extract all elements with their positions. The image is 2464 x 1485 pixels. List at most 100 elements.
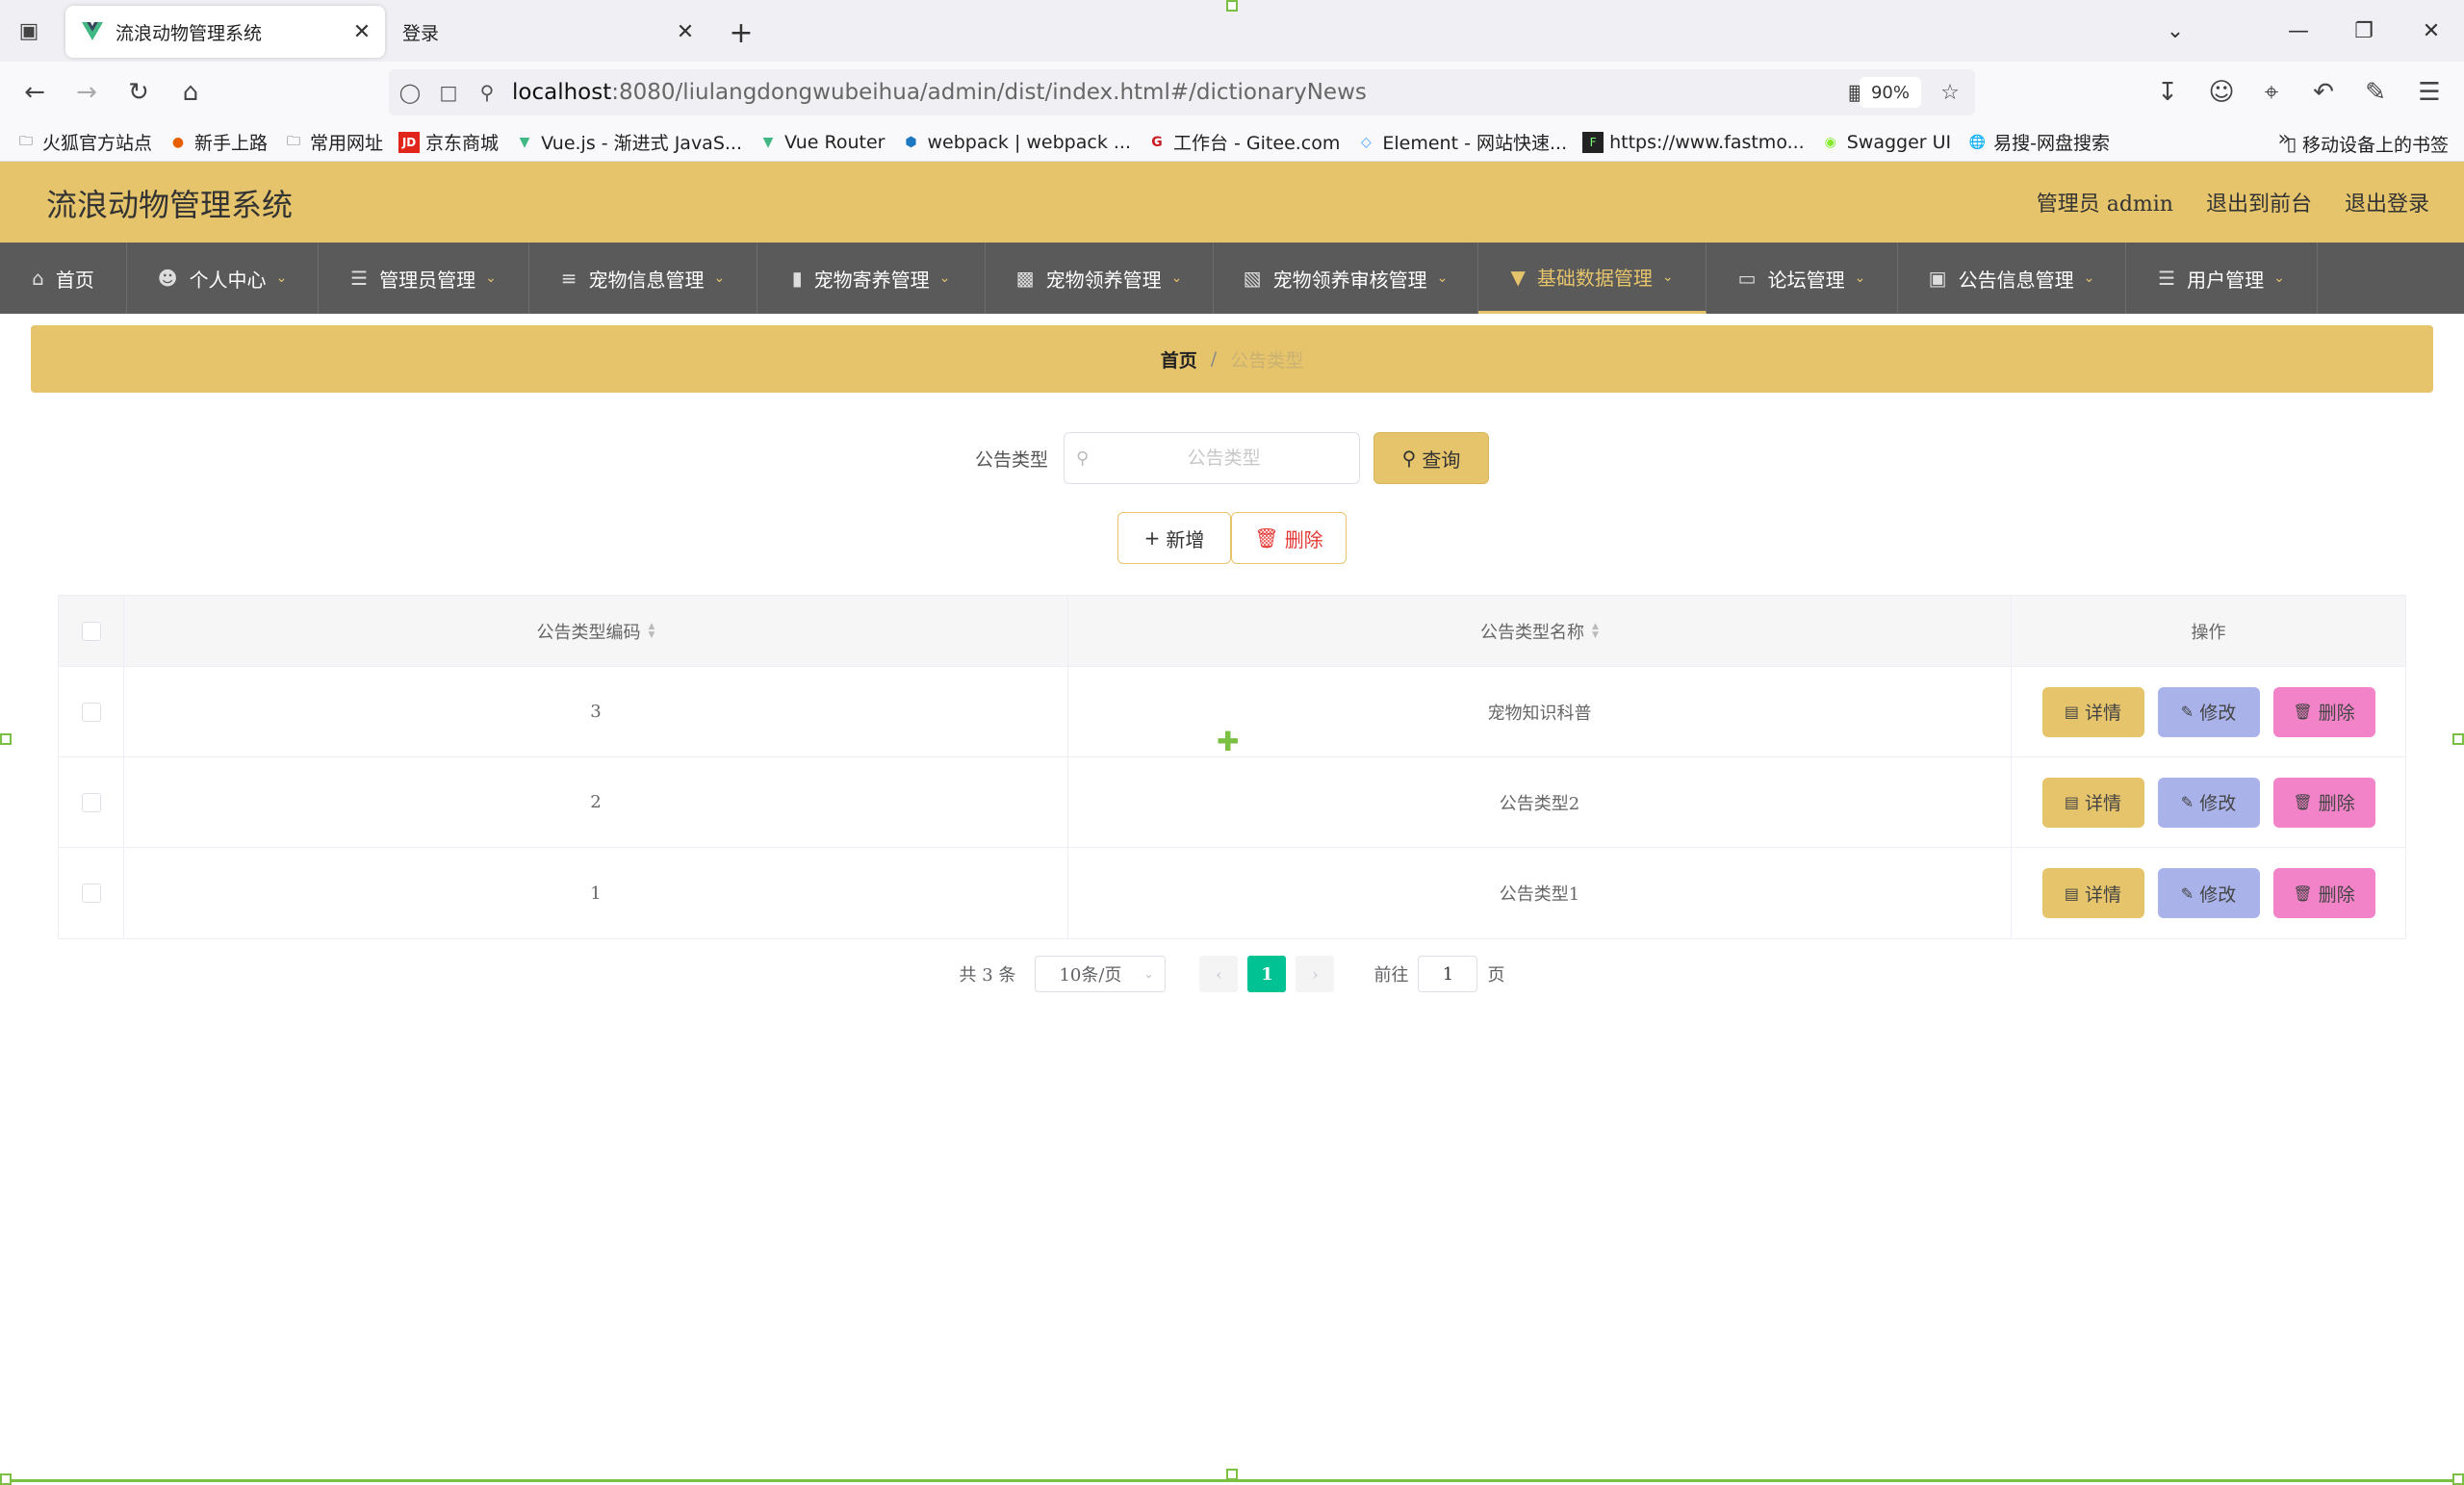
menu-item-base-data[interactable]: ▼ 基础数据管理 ⌄ xyxy=(1478,243,1707,314)
resize-handle[interactable] xyxy=(0,1473,12,1485)
extensions-icon[interactable]: ✎ xyxy=(2358,75,2393,110)
bookmark-item[interactable]: ▼ Vue Router xyxy=(757,132,886,153)
tab-overflow-chevron-icon[interactable]: ⌄ xyxy=(2154,13,2196,48)
bookmark-item[interactable]: ◇ Element - 网站快速... xyxy=(1355,129,1567,155)
url-text[interactable]: localhost:8080/liulangdongwubeihua/admin… xyxy=(512,80,1367,105)
add-button[interactable]: + 新增 xyxy=(1117,512,1231,564)
logout-link[interactable]: 退出登录 xyxy=(2345,187,2429,218)
bookmark-item[interactable]: Fhttps://www.fastmo... xyxy=(1582,131,1805,153)
edit-button[interactable]: ✎ 修改 xyxy=(2157,777,2260,828)
back-to-front-link[interactable]: 退出到前台 xyxy=(2206,187,2312,218)
search-input[interactable] xyxy=(1089,434,1359,482)
next-page-button[interactable]: › xyxy=(1296,956,1335,992)
globe-icon: 🌐 xyxy=(1968,134,1986,150)
menu-item-pet-adopt[interactable]: ▩ 宠物领养管理 ⌄ xyxy=(986,243,1214,314)
bookmark-item[interactable]: 🗀 火狐官方站点 xyxy=(15,129,152,155)
bookmark-item[interactable]: 🗀 常用网址 xyxy=(283,129,383,155)
pencil-icon: ✎ xyxy=(2180,883,2194,903)
column-header-name[interactable]: 公告类型名称 ▲ ▼ xyxy=(1068,596,2012,666)
pencil-icon: ✎ xyxy=(2180,793,2194,811)
close-window-icon[interactable]: ✕ xyxy=(2410,13,2452,48)
row-checkbox[interactable] xyxy=(81,702,101,722)
menu-item-pet-info[interactable]: ≡ 宠物信息管理 ⌄ xyxy=(529,243,757,314)
hamburger-menu-icon[interactable]: ☰ xyxy=(2412,75,2447,110)
search-input-wrapper[interactable]: ⚲ xyxy=(1064,432,1360,484)
forward-icon[interactable]: → xyxy=(69,75,104,110)
page-size-select[interactable]: 10条/页 ⌄ xyxy=(1035,956,1167,992)
pagination: 共 3 条 10条/页 ⌄ ‹ 1 › 前往 1 页 xyxy=(31,955,2433,993)
bookmark-star-icon[interactable]: ☆ xyxy=(1933,75,1967,110)
row-checkbox[interactable] xyxy=(81,883,101,903)
goto-page-input[interactable]: 1 xyxy=(1418,956,1478,992)
menu-item-notice[interactable]: ▣ 公告信息管理 ⌄ xyxy=(1898,243,2126,314)
menu-item-profile[interactable]: ☻ 个人中心 ⌄ xyxy=(127,243,319,314)
prev-page-button[interactable]: ‹ xyxy=(1199,956,1239,992)
restore-icon[interactable]: ❐ xyxy=(2343,13,2385,48)
edit-button[interactable]: ✎ 修改 xyxy=(2157,868,2260,918)
menu-item-users[interactable]: ☰ 用户管理 ⌄ xyxy=(2126,243,2318,314)
edit-button[interactable]: ✎ 修改 xyxy=(2157,686,2260,737)
back-icon[interactable]: ← xyxy=(17,75,52,110)
mobile-bookmarks[interactable]: ▯ 移动设备上的书签 xyxy=(2287,131,2449,157)
tab-active[interactable]: 流浪动物管理系统 ✕ xyxy=(65,6,385,58)
chevron-down-icon: ⌄ xyxy=(1143,967,1154,981)
row-checkbox-cell xyxy=(59,667,124,756)
batch-delete-button[interactable]: 🗑 删除 xyxy=(1231,512,1347,564)
account-icon[interactable]: ☺ xyxy=(2204,75,2239,110)
bookmark-item[interactable]: ◉ Swagger UI xyxy=(1820,132,1952,153)
trash-icon: 🗑 xyxy=(1254,526,1279,550)
home-icon[interactable]: ⌂ xyxy=(173,75,208,110)
delete-button[interactable]: 🗑 删除 xyxy=(2272,868,2375,918)
chevron-down-icon: ⌄ xyxy=(713,270,726,286)
bookmark-item[interactable]: 🌐 易搜-网盘搜索 xyxy=(1966,129,2110,155)
minimize-icon[interactable]: — xyxy=(2277,13,2320,48)
bookmark-item[interactable]: ▼ Vue.js - 渐进式 JavaS... xyxy=(514,129,742,155)
download-icon[interactable]: ↧ xyxy=(2150,75,2185,110)
row-checkbox[interactable] xyxy=(81,792,101,812)
detail-button[interactable]: ▤ 详情 xyxy=(2041,777,2144,828)
bookmark-item[interactable]: G 工作台 - Gitee.com xyxy=(1146,129,1340,155)
sort-icon[interactable]: ▲ ▼ xyxy=(1592,622,1599,640)
tab-list-icon[interactable]: ▣ xyxy=(13,15,44,46)
menu-item-home[interactable]: ⌂ 首页 xyxy=(0,243,127,314)
page-number-button[interactable]: 1 xyxy=(1247,956,1287,992)
delete-button[interactable]: 🗑 删除 xyxy=(2272,777,2375,828)
sort-icon[interactable]: ▲ ▼ xyxy=(649,622,655,640)
reload-icon[interactable]: ↻ xyxy=(121,75,156,110)
key-icon[interactable]: ⚲ xyxy=(470,75,504,110)
resize-handle[interactable] xyxy=(1226,0,1238,12)
menu-item-adopt-review[interactable]: ▧ 宠物领养审核管理 ⌄ xyxy=(1214,243,1478,314)
action-buttons: + 新增 🗑 删除 xyxy=(31,512,2433,566)
query-button[interactable]: ⚲ 查询 xyxy=(1373,432,1489,484)
pagination-total: 共 3 条 xyxy=(959,965,1016,986)
main-menu: ⌂ 首页 ☻ 个人中心 ⌄ ☰ 管理员管理 ⌄ ≡ 宠物信息管理 ⌄ ▮ 宠物寄养管理 ⌄ ▩ 宠物… xyxy=(0,243,2464,314)
bookmark-item[interactable]: ● 新手上路 xyxy=(167,129,268,155)
close-tab-icon[interactable]: ✕ xyxy=(345,14,379,49)
delete-button[interactable]: 🗑 删除 xyxy=(2272,686,2375,737)
bookmark-item[interactable]: JD 京东商城 xyxy=(398,129,499,155)
breadcrumb-home[interactable]: 首页 xyxy=(1161,346,1197,372)
zoom-level[interactable]: 90% xyxy=(1859,77,1921,108)
laptop-icon: ▭ xyxy=(1737,267,1757,290)
new-tab-icon[interactable]: + xyxy=(724,15,758,50)
briefcase-icon: ▣ xyxy=(1928,267,1947,290)
crop-icon[interactable]: ⌖ xyxy=(2254,75,2289,110)
shield-icon[interactable]: ◯ xyxy=(393,75,427,110)
menu-item-admins[interactable]: ☰ 管理员管理 ⌄ xyxy=(319,243,529,314)
menu-item-pet-foster[interactable]: ▮ 宠物寄养管理 ⌄ xyxy=(757,243,986,314)
resize-handle[interactable] xyxy=(2452,733,2464,745)
resize-handle[interactable] xyxy=(1226,1469,1238,1480)
detail-button[interactable]: ▤ 详情 xyxy=(2041,868,2144,918)
resize-handle[interactable] xyxy=(2452,1473,2464,1485)
menu-item-forum[interactable]: ▭ 论坛管理 ⌄ xyxy=(1707,243,1898,314)
tab-login[interactable]: 登录 ✕ xyxy=(391,6,708,58)
url-bar[interactable]: ◯ □ ⚲ localhost:8080/liulangdongwubeihua… xyxy=(389,69,1975,115)
select-all-checkbox[interactable] xyxy=(81,621,101,641)
page-icon[interactable]: □ xyxy=(431,75,466,110)
close-tab-icon[interactable]: ✕ xyxy=(668,14,703,49)
undo-icon[interactable]: ↶ xyxy=(2306,75,2341,110)
bookmark-item[interactable]: ⬢ webpack | webpack ... xyxy=(900,132,1131,153)
detail-button[interactable]: ▤ 详情 xyxy=(2041,686,2144,737)
column-header-code[interactable]: 公告类型编码 ▲ ▼ xyxy=(124,596,1068,666)
resize-handle[interactable] xyxy=(0,733,12,745)
